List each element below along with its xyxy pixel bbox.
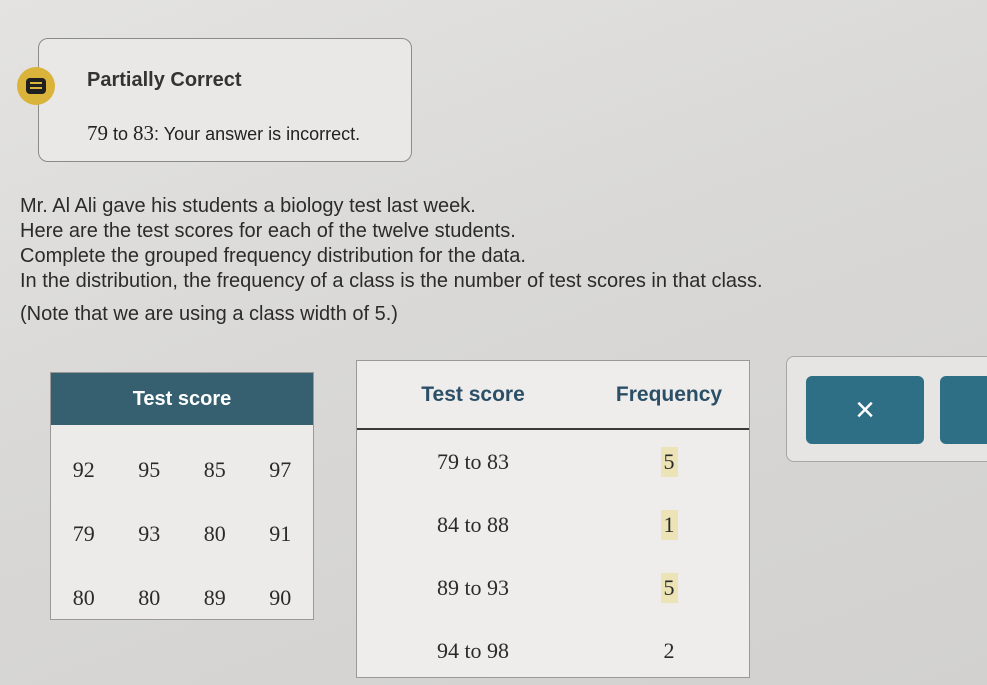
frequency-input[interactable]: 1 [660,509,678,540]
problem-line: Here are the test scores for each of the… [20,220,516,242]
feedback-message: 79 to 83: Your answer is incorrect. [87,121,361,145]
feedback-title: Partially Correct [87,69,242,91]
table-row: 80 80 89 90 [51,566,313,630]
score-cell: 95 [138,457,161,482]
frequency-input[interactable]: 2 [661,636,678,666]
second-action-button[interactable] [940,376,987,444]
problem-line: Complete the grouped frequency distribut… [20,245,526,267]
table-row: 92 95 85 97 [51,438,313,502]
feedback-box: Partially Correct 79 to 83: Your answer … [17,38,412,162]
class-label: 94 to 98 [436,637,510,663]
score-cell: 90 [269,585,292,610]
problem-line: In the distribution, the frequency of a … [20,270,763,292]
table-row: 84 to 88 1 [357,493,749,556]
score-cell: 79 [72,521,95,546]
feedback-icon [17,67,55,105]
score-cell: 89 [203,585,226,610]
table-row: 79 to 83 5 [357,430,749,493]
table-row: 79 93 80 91 [51,502,313,566]
table-row: 89 to 93 5 [357,556,749,619]
scores-table: Test score 92 95 85 97 79 93 80 91 80 80… [50,372,314,620]
score-cell: 91 [269,521,292,546]
column-header-frequency: Frequency [615,382,723,406]
frequency-table: Test score Frequency 79 to 83 5 84 to 88… [356,360,750,678]
problem-line: Mr. Al Ali gave his students a biology t… [20,195,476,217]
score-cell: 80 [72,585,95,610]
problem-note: (Note that we are using a class width of… [20,303,398,325]
problem-statement: Mr. Al Ali gave his students a biology t… [20,194,960,327]
class-label: 79 to 83 [436,448,510,474]
score-cell: 85 [203,457,226,482]
score-cell: 93 [138,521,161,546]
frequency-input[interactable]: 5 [660,572,678,603]
table-row: 94 to 98 2 [357,619,749,682]
scores-table-header: Test score [51,373,313,425]
score-cell: 92 [72,457,95,482]
frequency-input[interactable]: 5 [660,446,678,477]
class-label: 84 to 88 [436,511,510,537]
score-cell: 80 [138,585,161,610]
score-cell: 97 [269,457,292,482]
score-cell: 80 [203,521,226,546]
frequency-table-header: Test score Frequency [357,361,749,430]
class-label: 89 to 93 [436,574,510,600]
clear-button[interactable]: × [806,376,924,444]
column-header-test-score: Test score [421,382,525,406]
